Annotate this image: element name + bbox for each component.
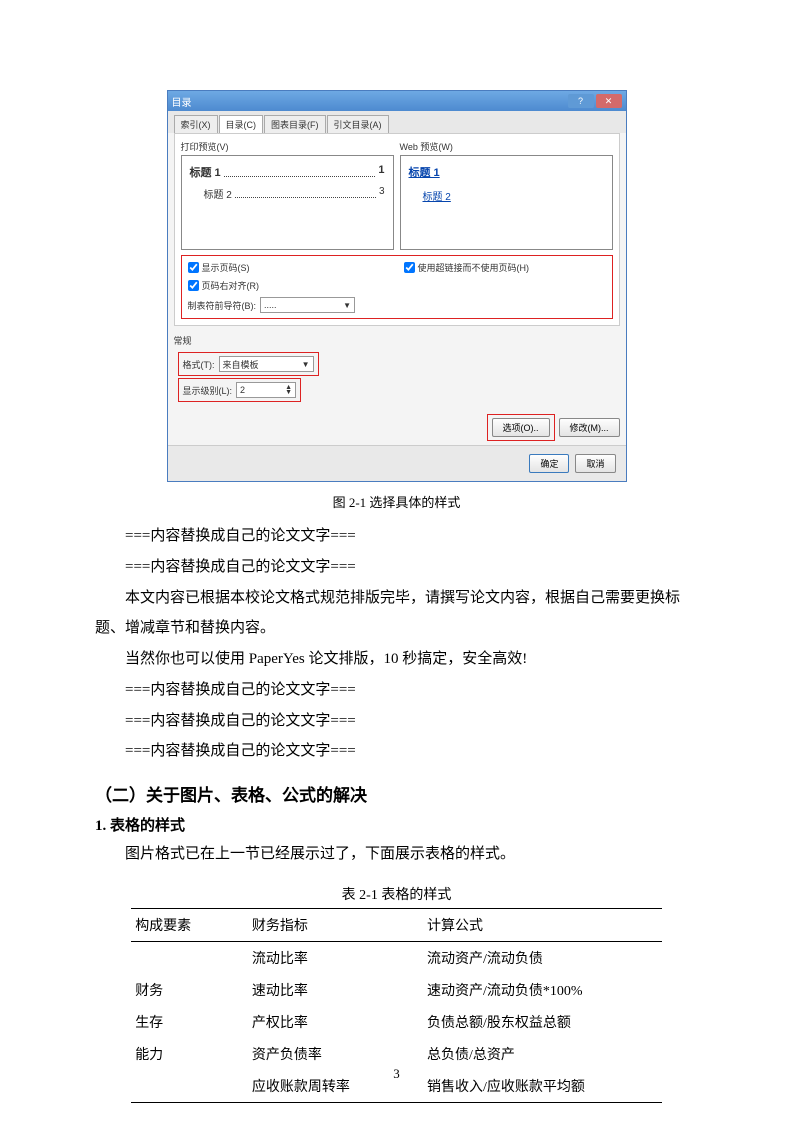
tab-index[interactable]: 索引(X) [174, 115, 218, 133]
table-caption: 表 2-1 表格的样式 [95, 884, 698, 904]
tab-citations[interactable]: 引文目录(A) [327, 115, 389, 133]
general-title: 常规 [174, 334, 620, 347]
chevron-down-icon: ▼ [302, 360, 310, 369]
body-text: ===内容替换成自己的论文文字=== [95, 706, 698, 737]
help-icon[interactable]: ? [568, 94, 594, 108]
close-icon[interactable]: ✕ [596, 94, 622, 108]
options-redbox: 显示页码(S) 页码右对齐(R) 制表符前导符(B): .....▼ 使用超链接… [181, 255, 613, 319]
general-section: 常规 格式(T): 来自模板▼ 显示级别(L): 2▲▼ [174, 332, 620, 404]
page-number: 3 [0, 1066, 793, 1082]
spinner-icon: ▲▼ [285, 385, 292, 395]
web-preview-box: 标题 1 标题 2 [400, 155, 613, 250]
ok-button[interactable]: 确定 [529, 454, 569, 473]
tab-figures[interactable]: 图表目录(F) [264, 115, 326, 133]
levels-label: 显示级别(L): [183, 384, 233, 397]
body-text: ===内容替换成自己的论文文字=== [95, 675, 698, 706]
table-row: 生存产权比率负债总额/股东权益总额 [131, 1006, 662, 1038]
dialog-title: 目录 [172, 94, 192, 109]
chevron-down-icon: ▼ [343, 301, 351, 310]
table-header-row: 构成要素 财务指标 计算公式 [131, 908, 662, 941]
modify-button[interactable]: 修改(M)... [559, 418, 620, 437]
options-button[interactable]: 选项(O).. [492, 418, 550, 437]
format-select[interactable]: 来自模板▼ [219, 356, 314, 372]
print-preview-box: 标题 11 标题 23 [181, 155, 394, 250]
dialog-titlebar: 目录 ? ✕ [168, 91, 626, 111]
body-text: 当然你也可以使用 PaperYes 论文排版，10 秒搞定，安全高效! [95, 644, 698, 675]
dialog-screenshot: 目录 ? ✕ 索引(X) 目录(C) 图表目录(F) 引文目录(A) 打印预览(… [167, 90, 627, 482]
body-text: 图片格式已在上一节已经展示过了，下面展示表格的样式。 [95, 839, 698, 870]
print-preview-label: 打印预览(V) [181, 140, 394, 153]
levels-stepper[interactable]: 2▲▼ [236, 382, 296, 398]
chk-show-pagenum[interactable]: 显示页码(S) [188, 261, 390, 274]
body-text: ===内容替换成自己的论文文字=== [95, 521, 698, 552]
leader-label: 制表符前导符(B): [188, 299, 257, 312]
figure-caption: 图 2-1 选择具体的样式 [95, 492, 698, 511]
heading-2: （二）关于图片、表格、公式的解决 [95, 781, 698, 806]
table-row: 流动比率流动资产/流动负债 [131, 941, 662, 974]
cancel-button[interactable]: 取消 [575, 454, 615, 473]
body-text: ===内容替换成自己的论文文字=== [95, 552, 698, 583]
chk-right-align[interactable]: 页码右对齐(R) [188, 279, 390, 292]
web-preview-label: Web 预览(W) [400, 140, 613, 153]
format-label: 格式(T): [183, 358, 215, 371]
heading-3: 1. 表格的样式 [95, 814, 698, 835]
table-row: 财务速动比率速动资产/流动负债*100% [131, 974, 662, 1006]
dialog-tabs: 索引(X) 目录(C) 图表目录(F) 引文目录(A) [168, 111, 626, 133]
table-row: 能力资产负债率总负债/总资产 [131, 1038, 662, 1070]
leader-select[interactable]: .....▼ [260, 297, 355, 313]
body-text: 本文内容已根据本校论文格式规范排版完毕，请撰写论文内容，根据自己需要更换标题、增… [95, 583, 698, 645]
tab-toc[interactable]: 目录(C) [219, 115, 264, 133]
body-text: ===内容替换成自己的论文文字=== [95, 736, 698, 767]
chk-hyperlink[interactable]: 使用超链接而不使用页码(H) [404, 261, 606, 274]
